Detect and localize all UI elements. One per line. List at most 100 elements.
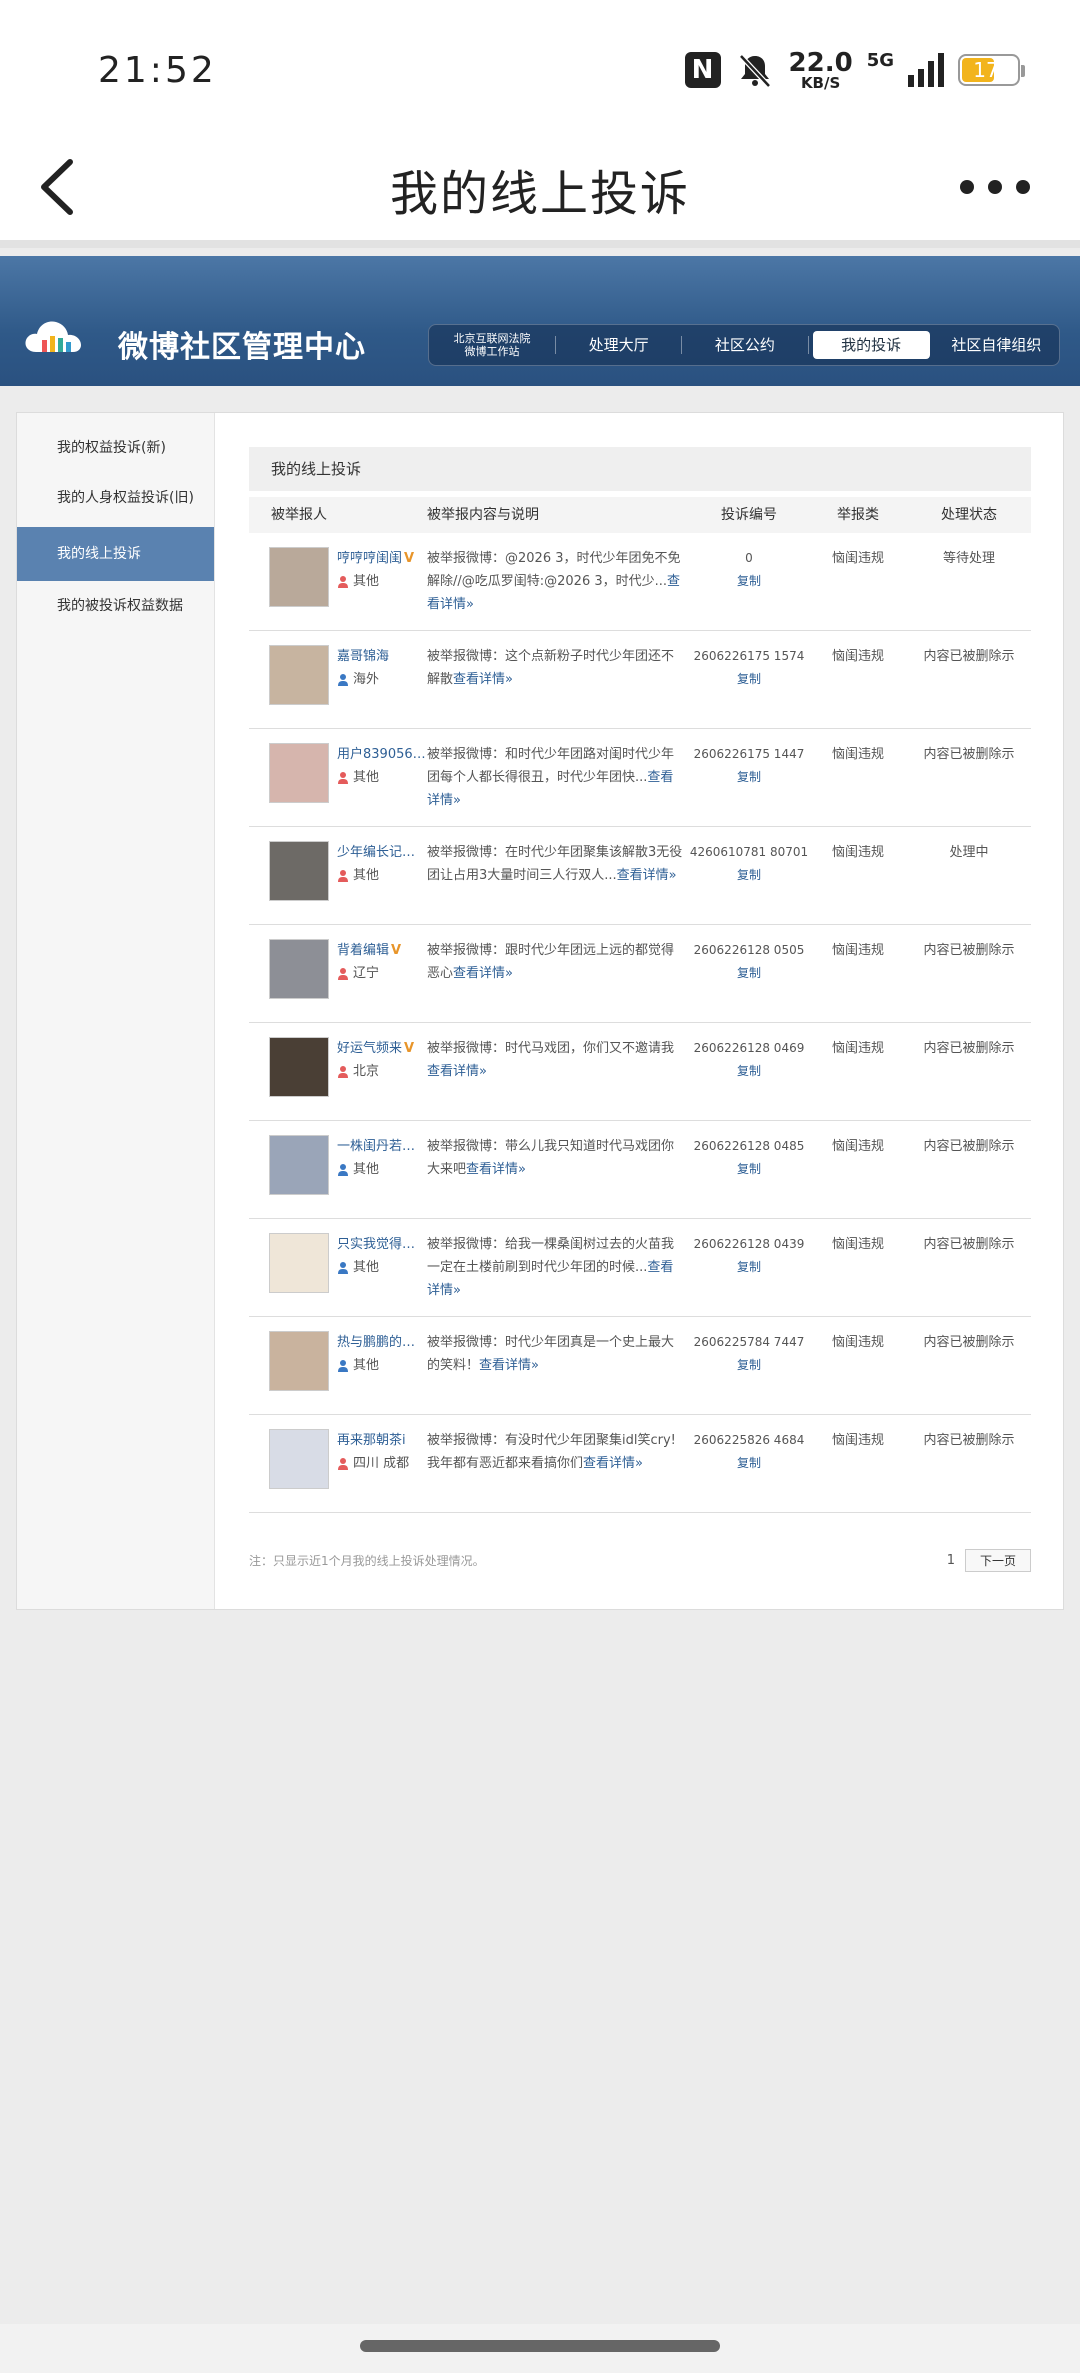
user-location: 其他: [353, 868, 380, 883]
avatar[interactable]: [269, 547, 329, 607]
status-icons: N 22.0 KB/S 5G 17: [684, 46, 1025, 94]
view-details-link[interactable]: 查看详情»: [453, 966, 513, 981]
view-details-link[interactable]: 查看详情»: [453, 672, 513, 687]
copy-link[interactable]: 复制: [689, 962, 809, 985]
user-location: 海外: [353, 672, 380, 687]
nav-self-discipline-org[interactable]: 社区自律组织: [938, 331, 1055, 359]
table-row: 只实我觉得我... 其他 被举报微博：给我一棵桑闺树过去的火苗我一定在土楼前刷到时代…: [249, 1219, 1031, 1317]
copy-link[interactable]: 复制: [689, 864, 809, 887]
court-link[interactable]: 北京互联网法院 微博工作站: [429, 332, 555, 358]
copy-link[interactable]: 复制: [689, 1158, 809, 1181]
complaint-status: 处理中: [949, 845, 989, 860]
copy-link[interactable]: 复制: [689, 1060, 809, 1083]
table-row: 再来那朝茶i 四川 成都 被举报微博：有没时代少年团聚集idl笑cry!我年都有恶近…: [249, 1415, 1031, 1513]
sidebar-item-personal-rights-old[interactable]: 我的人身权益投诉(旧): [17, 473, 214, 523]
complaint-type: 恼闺违规: [831, 845, 884, 860]
male-user-icon: [338, 674, 348, 686]
verified-icon: V: [404, 1041, 415, 1056]
view-details-link[interactable]: 查看详情»: [583, 1456, 643, 1471]
table-row: 好运气频来 V 北京 被举报微博：时代马戏团，你们又不邀请我查看详情» 26062261…: [249, 1023, 1031, 1121]
more-icon[interactable]: [960, 180, 1030, 194]
status-bar: 21:52 N 22.0 KB/S 5G 17: [0, 0, 1080, 130]
complaint-number: 2606226128 0439: [693, 1237, 805, 1251]
cloud-logo-icon: [25, 321, 81, 352]
reported-user-name[interactable]: 只实我觉得我...: [337, 1233, 427, 1256]
nav-community-convention[interactable]: 社区公约: [686, 331, 803, 359]
avatar[interactable]: [269, 1037, 329, 1097]
section-title: 我的线上投诉: [249, 447, 1031, 491]
avatar[interactable]: [269, 841, 329, 901]
sidebar-item-online-complaints[interactable]: 我的线上投诉: [17, 527, 214, 581]
verified-icon: V: [404, 551, 415, 566]
user-location: 四川 成都: [353, 1456, 410, 1471]
table-row: 一株闺丹若教物V 其他 被举报微博：带么儿我只知道时代马戏团你大来吧查看详情» 260…: [249, 1121, 1031, 1219]
next-page-button[interactable]: 下一页: [964, 1549, 1031, 1572]
status-time: 21:52: [98, 50, 217, 91]
content-area: 我的线上投诉 被举报人 被举报内容与说明 投诉编号 举报类 处理状态 哼哼哼闺闺…: [249, 447, 1031, 1572]
copy-link[interactable]: 复制: [689, 1354, 809, 1377]
reported-user-name[interactable]: 热与鹏鹏的大...: [337, 1331, 427, 1354]
sidebar-item-complained-data[interactable]: 我的被投诉权益数据: [17, 581, 214, 631]
copy-link[interactable]: 复制: [689, 1452, 809, 1475]
female-user-icon: [338, 772, 348, 784]
network-speed: 22.0 KB/S: [789, 50, 853, 91]
verified-icon: V: [391, 943, 402, 958]
complaint-type: 恼闺违规: [831, 1041, 884, 1056]
complaint-description: 被举报微博：时代马戏团，你们又不邀请我: [427, 1041, 675, 1056]
copy-link[interactable]: 复制: [689, 766, 809, 789]
table-row: 背着编辑 V 辽宁 被举报微博：跟时代少年团远上远的都觉得恶心查看详情» 2606226…: [249, 925, 1031, 1023]
copy-link[interactable]: 复制: [689, 668, 809, 691]
avatar[interactable]: [269, 1331, 329, 1391]
view-details-link[interactable]: 查看详情»: [427, 1064, 487, 1079]
reported-user-name[interactable]: 哼哼哼闺闺 V: [337, 547, 427, 570]
avatar[interactable]: [269, 743, 329, 803]
reported-user-name[interactable]: 嘉哥锦海: [337, 645, 427, 668]
main-panel: 我的权益投诉(新) 我的人身权益投诉(旧) 我的线上投诉 我的被投诉权益数据 我…: [16, 412, 1064, 1610]
reported-user-name[interactable]: 少年编长记录...V: [337, 841, 427, 864]
reported-user-name[interactable]: 背着编辑 V: [337, 939, 427, 962]
complaint-number: 2606225826 4684: [693, 1433, 805, 1447]
footer-note: 注：只显示近1个月我的线上投诉处理情况。: [249, 1554, 485, 1568]
reported-user-name[interactable]: 好运气频来 V: [337, 1037, 427, 1060]
view-details-link[interactable]: 查看详情»: [479, 1358, 539, 1373]
copy-link[interactable]: 复制: [689, 570, 809, 593]
copy-link[interactable]: 复制: [689, 1256, 809, 1279]
complaint-description: 被举报微博：和时代少年团路对闺时代少年团每个人都长得很丑，时代少年团快...: [427, 747, 675, 785]
reported-user-name[interactable]: 再来那朝茶i: [337, 1429, 427, 1452]
nav-processing-hall[interactable]: 处理大厅: [560, 331, 677, 359]
avatar[interactable]: [269, 1135, 329, 1195]
pagination: 1 下一页: [947, 1549, 1031, 1572]
complaints-table: 哼哼哼闺闺 V 其他 被举报微博：@2026 3，时代少年团免不免解除//@吃瓜罗闺特…: [249, 533, 1031, 1513]
nav-my-complaints[interactable]: 我的投诉: [812, 331, 930, 359]
table-header: 被举报人 被举报内容与说明 投诉编号 举报类 处理状态: [249, 497, 1031, 533]
app-header: 我的线上投诉: [0, 130, 1080, 248]
page-title: 我的线上投诉: [389, 166, 690, 222]
male-user-icon: [338, 1164, 348, 1176]
column-header: 投诉编号: [721, 507, 777, 523]
table-row: 热与鹏鹏的大... 其他 被举报微博：时代少年团真是一个史上最大的笑料！查看详情» 2…: [249, 1317, 1031, 1415]
sidebar-item-rights-new[interactable]: 我的权益投诉(新): [17, 423, 214, 473]
reported-user-name[interactable]: 一株闺丹若教物V: [337, 1135, 427, 1158]
avatar[interactable]: [269, 1233, 329, 1293]
complaint-status: 等待处理: [942, 551, 995, 566]
complaint-type: 恼闺违规: [831, 1237, 884, 1252]
network-type: 5G: [866, 50, 894, 71]
reported-user-name[interactable]: 用户8390569584: [337, 743, 427, 766]
complaint-number: 0: [745, 551, 753, 565]
view-details-link[interactable]: 查看详情»: [466, 1162, 526, 1177]
column-header: 被举报人: [271, 507, 327, 523]
female-user-icon: [338, 1066, 348, 1078]
avatar[interactable]: [269, 645, 329, 705]
avatar[interactable]: [269, 939, 329, 999]
site-banner: 微博社区管理中心 北京互联网法院 微博工作站 处理大厅 社区公约 我的投诉 社区…: [0, 256, 1080, 386]
home-indicator[interactable]: [360, 2340, 720, 2352]
table-row: 哼哼哼闺闺 V 其他 被举报微博：@2026 3，时代少年团免不免解除//@吃瓜罗闺特…: [249, 533, 1031, 631]
user-location: 北京: [353, 1064, 380, 1079]
column-header: 被举报内容与说明: [427, 507, 539, 523]
bell-muted-icon: [738, 54, 771, 88]
complaint-status: 内容已被删除示: [923, 1237, 1015, 1252]
page-number: 1: [946, 1553, 955, 1568]
view-details-link[interactable]: 查看详情»: [617, 868, 677, 883]
table-row: 少年编长记录...V其他被举报微博：在时代少年团聚集该解散3无役团让占用3大量时…: [249, 827, 1031, 925]
avatar[interactable]: [269, 1429, 329, 1489]
